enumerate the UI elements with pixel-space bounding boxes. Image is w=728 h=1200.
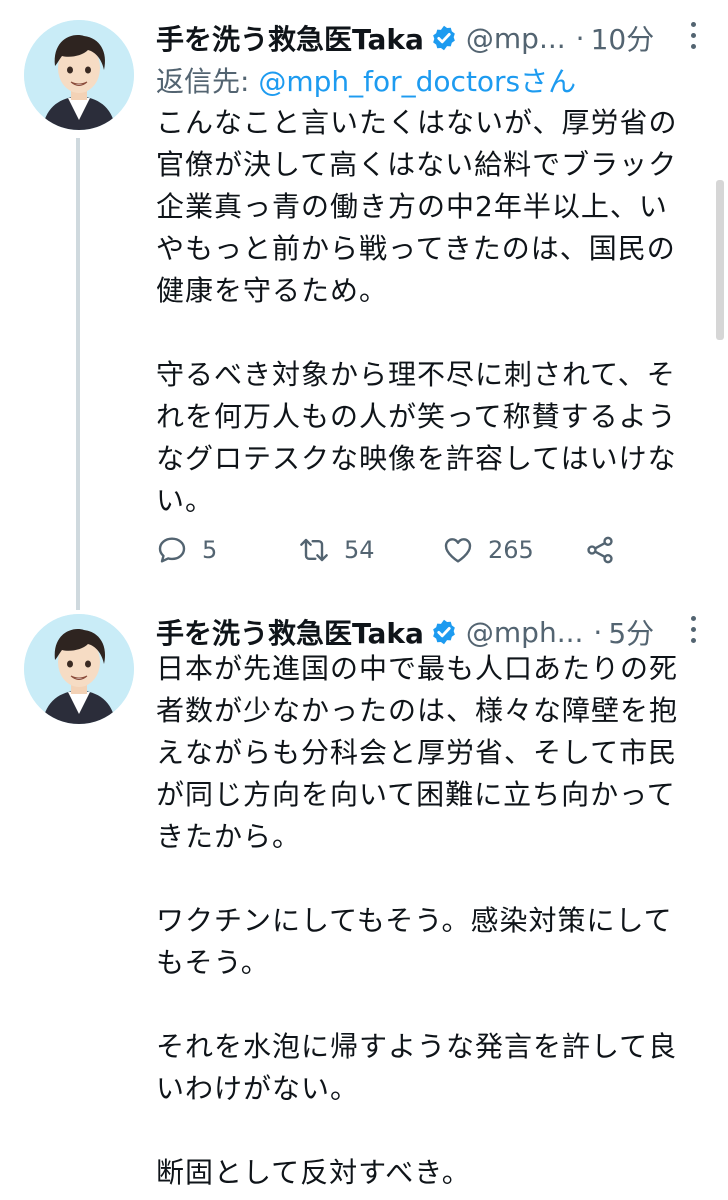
- tweet-header: 手を洗う救急医Taka @mp... · 10分: [156, 16, 714, 60]
- retweet-icon: [300, 538, 328, 562]
- like-button[interactable]: 265: [442, 528, 534, 572]
- retweet-count: 54: [344, 536, 375, 564]
- author-name[interactable]: 手を洗う救急医Taka: [156, 612, 424, 652]
- avatar[interactable]: [24, 20, 134, 130]
- scrollbar[interactable]: [716, 180, 724, 340]
- author-handle[interactable]: @mp...: [466, 22, 566, 55]
- tweet-time[interactable]: 5分: [608, 612, 654, 652]
- replying-handle-link[interactable]: @mph_for_doctorsさん: [258, 65, 576, 98]
- author-name[interactable]: 手を洗う救急医Taka: [156, 18, 424, 58]
- more-icon[interactable]: [690, 616, 698, 646]
- like-icon: [444, 538, 472, 563]
- share-icon: [587, 536, 613, 564]
- separator-dot: ·: [593, 615, 603, 649]
- tweet-time[interactable]: 10分: [591, 18, 655, 58]
- separator-dot: ·: [575, 21, 585, 55]
- thread-line: [76, 138, 80, 610]
- share-button[interactable]: [584, 528, 630, 572]
- tweet[interactable]: 手を洗う救急医Taka @mp... · 10分 返信先: @mph_for_d…: [0, 0, 728, 610]
- reply-button[interactable]: 5: [156, 528, 217, 572]
- avatar[interactable]: [24, 614, 134, 724]
- reply-icon: [158, 537, 186, 563]
- more-icon[interactable]: [690, 22, 698, 52]
- avatar-illustration: [24, 614, 134, 724]
- verified-badge-icon: [433, 619, 455, 645]
- avatar-illustration: [24, 20, 134, 130]
- replying-prefix: 返信先:: [156, 65, 259, 98]
- retweet-button[interactable]: 54: [298, 528, 375, 572]
- verified-badge-icon: [433, 25, 455, 51]
- tweet-actions: 5 54 265: [156, 528, 626, 572]
- reply-count: 5: [202, 536, 218, 564]
- tweet-text: 日本が先進国の中で最も人口あたりの死 者数が少なかったのは、様々な障壁を抱 えな…: [156, 652, 679, 1189]
- tweet-text: こんなこと言いたくはないが、厚労省の 官僚が決して高くはない給料でブラック 企業…: [156, 106, 678, 517]
- author-handle[interactable]: @mph...: [466, 616, 584, 649]
- replying-to: 返信先: @mph_for_doctorsさん: [156, 60, 576, 100]
- tweet[interactable]: 手を洗う救急医Taka @mph... · 5分 日本が先進国の中で最も人口あた…: [0, 600, 728, 1200]
- like-count: 265: [488, 536, 534, 564]
